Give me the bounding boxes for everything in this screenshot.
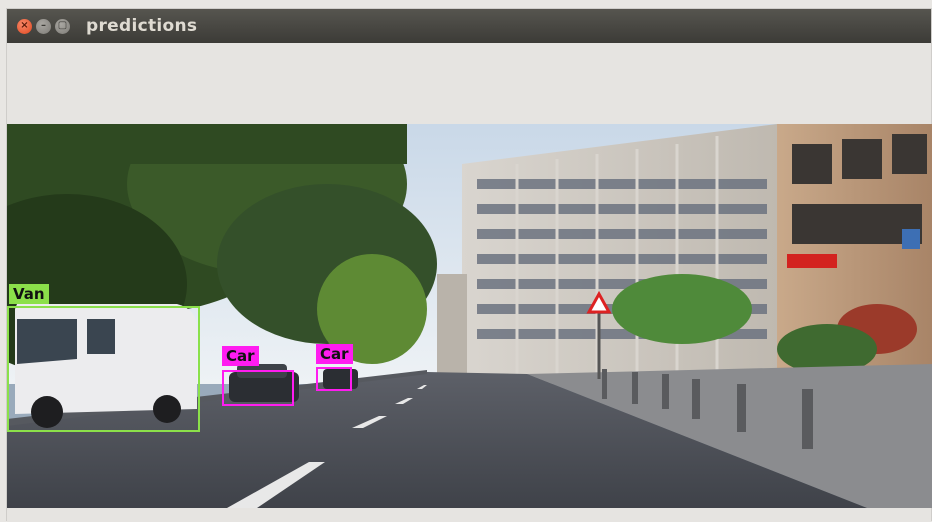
car-detection-box-1 bbox=[222, 370, 294, 406]
maximize-icon[interactable]: ▢ bbox=[55, 18, 70, 34]
close-icon[interactable]: × bbox=[17, 18, 32, 34]
title-bar[interactable]: × – ▢ predictions bbox=[7, 9, 931, 43]
car-detection-label-1: Car bbox=[222, 346, 259, 366]
video-frame: Van Car Car bbox=[7, 124, 932, 508]
toolbar-area bbox=[7, 43, 931, 124]
van-detection-box bbox=[7, 306, 200, 432]
car-detection-box-2 bbox=[316, 367, 352, 391]
car-detection-label-2: Car bbox=[316, 344, 353, 364]
predictions-window: × – ▢ predictions Van Car Car bbox=[6, 8, 932, 522]
minimize-icon[interactable]: – bbox=[36, 18, 51, 34]
right-tree bbox=[612, 274, 752, 344]
status-strip bbox=[7, 508, 931, 522]
distant-building bbox=[437, 274, 467, 374]
red-sign bbox=[787, 254, 837, 268]
window-title: predictions bbox=[86, 16, 198, 36]
street-sign bbox=[902, 229, 920, 249]
van-detection-label: Van bbox=[9, 284, 49, 304]
